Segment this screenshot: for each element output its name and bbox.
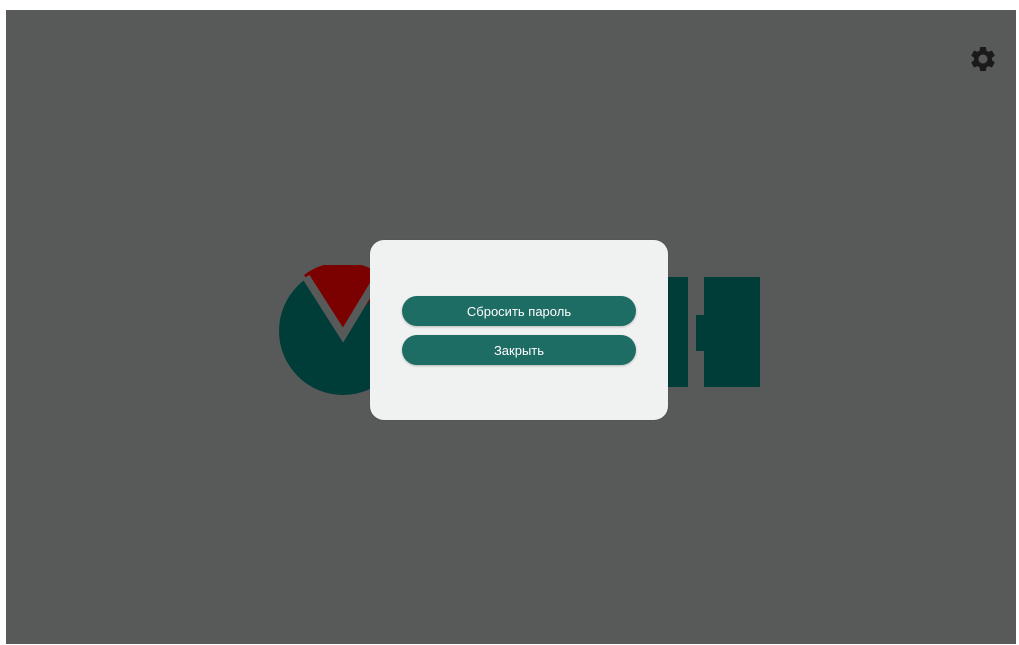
gear-icon — [971, 46, 995, 71]
settings-button[interactable] — [968, 44, 998, 74]
password-dialog: Сбросить пароль Закрыть — [370, 240, 668, 420]
close-button[interactable]: Закрыть — [402, 335, 636, 365]
logo-block-right — [704, 277, 760, 387]
reset-password-button[interactable]: Сбросить пароль — [402, 296, 636, 326]
app-screen: Сбросить пароль Закрыть — [6, 10, 1016, 644]
